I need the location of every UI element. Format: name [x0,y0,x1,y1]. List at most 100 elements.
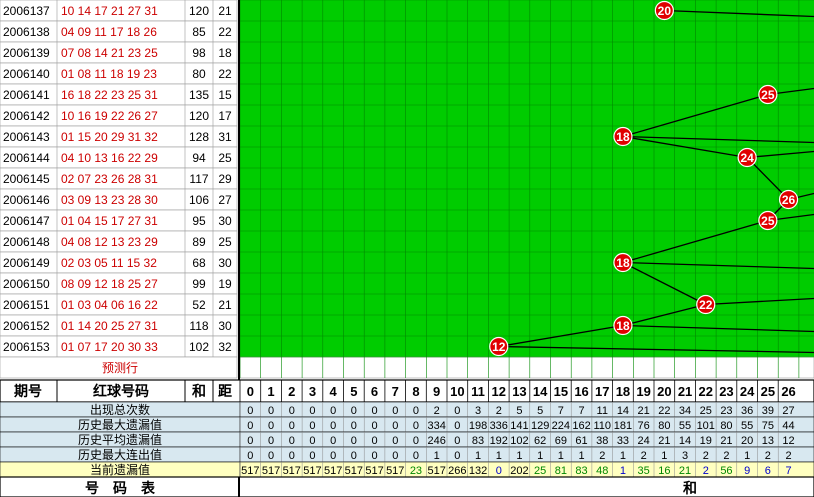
numbers-cell: 10 14 17 21 27 31 [61,4,158,18]
stat-value: 56 [720,465,732,477]
stat-value: 0 [330,420,336,432]
table-row: 2006144 04 10 13 16 22 29 94 25 [0,146,238,169]
column-label: 8 [412,384,419,399]
column-label: 19 [636,384,650,399]
header-numbers: 红球号码 [93,383,149,399]
issue-cell: 2006137 [3,4,50,18]
stat-value: 61 [575,435,587,447]
issue-cell: 2006150 [3,277,50,291]
sum-cell: 120 [189,109,209,123]
footer-right: 和 [683,480,697,496]
stat-value: 0 [392,420,398,432]
stat-value: 0 [351,435,357,447]
stat-value: 0 [351,405,357,417]
dist-cell: 21 [218,298,232,312]
ball-value: 18 [616,256,630,270]
table-row: 2006139 07 08 14 21 23 25 98 18 [0,41,238,64]
predict-label: 预测行 [102,361,138,375]
stat-value: 36 [741,405,753,417]
history-table: 2006137 10 14 17 21 27 31 120 21 2006138 04 0… [0,0,238,379]
numbers-cell: 02 03 05 11 15 32 [61,256,157,270]
ball-value: 18 [616,130,630,144]
column-label: 13 [512,384,526,399]
dist-cell: 32 [218,340,232,354]
footer: 号 码 表和 [0,476,814,497]
column-label: 10 [450,384,464,399]
stat-value: 517 [283,465,301,477]
dist-cell: 30 [218,256,232,270]
trend-ball: 22 [696,294,716,315]
stat-label: 当前遗漏值 [90,462,150,477]
column-label: 6 [371,384,378,399]
stat-value: 14 [617,405,629,417]
header-issue: 期号 [14,383,42,399]
stat-value: 11 [597,405,608,417]
sum-cell: 120 [189,4,209,18]
stat-value: 0 [351,450,357,462]
stat-value: 21 [638,405,650,417]
stat-value: 1 [496,450,502,462]
trend-ball: 26 [778,189,799,210]
stat-value: 2 [703,465,709,477]
dist-cell: 19 [218,277,232,291]
dist-cell: 17 [218,109,232,123]
stat-value: 21 [720,435,732,447]
stat-value: 5 [537,405,543,417]
stat-value: 16 [658,465,670,477]
column-label: 15 [554,384,568,399]
header-sum: 和 [192,383,206,399]
trend-ball: 25 [758,210,778,231]
stat-value: 0 [413,435,419,447]
stat-value: 0 [247,420,253,432]
stat-value: 35 [638,465,650,477]
dist-cell: 15 [218,88,232,102]
stat-value: 0 [454,450,460,462]
issue-cell: 2006146 [3,193,50,207]
stat-value: 0 [309,435,315,447]
stat-value: 2 [496,405,502,417]
ball-value: 20 [658,4,672,18]
stat-value: 6 [765,465,771,477]
stat-value: 517 [324,465,342,477]
column-label: 4 [330,384,338,399]
stat-value: 517 [262,465,280,477]
ball-value: 18 [616,319,630,333]
stat-value: 517 [427,465,445,477]
stat-value: 1 [475,450,481,462]
stat-value: 266 [448,465,466,477]
stat-value: 181 [614,420,632,432]
stat-value: 12 [782,435,794,447]
column-header: 期号 红球号码和距 0 1 2 3 4 5 6 7 8 9 10 11 12 13 14 15 16 17 18 19 20… [0,379,814,403]
stat-value: 0 [371,420,377,432]
stat-value: 0 [309,450,315,462]
dist-cell: 30 [218,214,232,228]
table-row: 2006143 01 15 20 29 31 32 128 31 [0,125,238,148]
column-label: 21 [678,384,692,399]
stat-value: 246 [427,435,445,447]
stat-value: 2 [641,450,647,462]
stat-value: 202 [510,465,528,477]
grid-predict-row [239,356,814,379]
ball-value: 24 [740,151,754,165]
sum-cell: 106 [189,193,209,207]
stat-value: 0 [330,435,336,447]
stat-value: 21 [658,435,670,447]
stat-value: 33 [617,435,629,447]
sum-cell: 102 [189,340,209,354]
stat-value: 0 [330,405,336,417]
stat-value: 34 [679,405,691,417]
stat-value: 9 [744,465,750,477]
sum-cell: 128 [189,130,209,144]
dist-cell: 27 [218,193,232,207]
stat-value: 0 [413,405,419,417]
numbers-cell: 16 18 22 23 25 31 [61,88,158,102]
ball-value: 26 [782,193,796,207]
stat-value: 21 [679,465,691,477]
stat-value: 0 [330,450,336,462]
stat-value: 0 [413,450,419,462]
column-label: 17 [595,384,609,399]
stat-value: 25 [700,405,712,417]
stat-row: 当前遗漏值 517 517 517 517 517 517 517 517 23 517 266 132… [0,461,814,478]
column-label: 22 [699,384,713,399]
sum-cell: 85 [192,25,206,39]
